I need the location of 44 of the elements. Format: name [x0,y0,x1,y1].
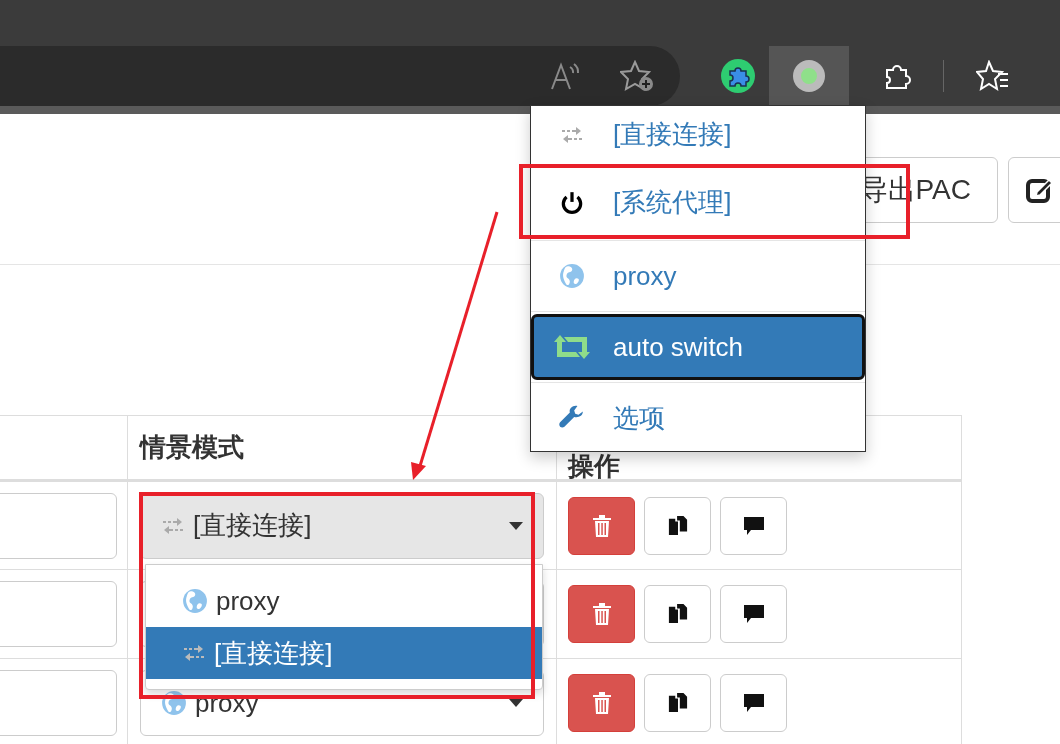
column-header: 情景模式 [140,432,244,462]
favorites-icon[interactable] [976,60,1010,92]
speech-bubble-icon [742,604,765,624]
column-header: 操作 [568,451,620,481]
copy-button[interactable] [644,674,711,732]
copy-icon [667,603,688,625]
copy-icon [667,514,688,537]
delete-button[interactable] [568,585,635,643]
profile-select[interactable]: [直接连接] [140,492,544,559]
input-field[interactable] [0,492,117,559]
trash-icon [591,603,612,625]
dropdown-option[interactable]: [直接连接] [146,627,542,679]
caret-icon [509,699,523,707]
delete-button[interactable] [568,496,635,555]
comment-button[interactable] [720,674,787,732]
caret-icon [509,521,523,530]
swap-arrows-icon [182,643,206,663]
favorite-add-icon[interactable] [620,60,654,92]
copy-button[interactable] [644,585,711,643]
trash-icon [591,692,612,714]
speech-bubble-icon [742,515,765,536]
globe-icon [182,588,208,614]
input-field[interactable] [0,670,117,736]
comment-button[interactable] [720,496,787,555]
comment-button[interactable] [720,585,787,643]
menu-item[interactable]: proxy [531,243,865,309]
speech-bubble-icon [742,693,765,713]
menu-item[interactable]: auto switch [531,314,865,380]
trash-icon [591,514,612,537]
globe-icon [559,263,585,289]
power-icon [559,189,585,216]
swap-arrows-icon [560,124,584,145]
repeat-arrows-icon [554,334,590,360]
swap-arrows-icon [161,515,185,536]
input-field[interactable] [0,581,117,647]
extension-button[interactable] [769,46,849,106]
delete-button[interactable] [568,674,635,732]
copy-button[interactable] [644,496,711,555]
menu-item[interactable]: 选项 [531,385,865,451]
puzzle-extension-icon[interactable] [721,59,755,93]
copy-icon [667,692,688,714]
status-dot-icon [793,60,825,92]
edit-button[interactable] [1008,157,1060,223]
read-aloud-icon[interactable] [550,61,582,91]
